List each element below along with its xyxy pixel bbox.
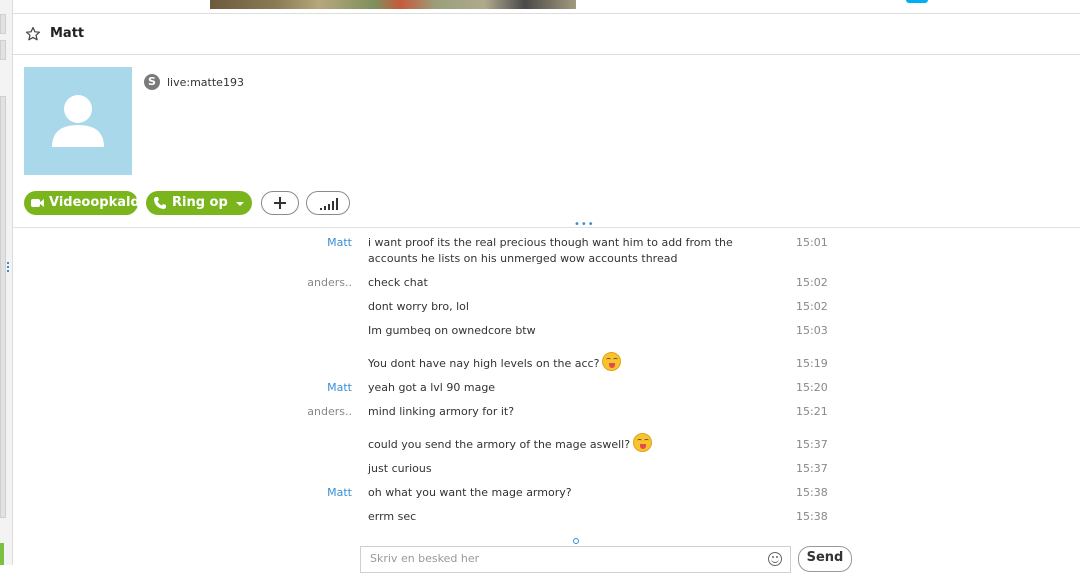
notification-indicator [906,0,928,3]
avatar[interactable] [24,67,132,175]
message-sender[interactable]: Matt [292,486,352,499]
tongue-emoji-icon [602,352,622,371]
message-text: oh what you want the mage armory? [368,486,572,499]
message-time: 15:03 [796,324,828,337]
message-sender[interactable]: Matt [292,236,352,249]
message-time: 15:20 [796,381,828,394]
message-text: yeah got a lvl 90 mage [368,381,496,394]
message-time: 15:38 [796,510,828,523]
divider [12,13,1080,14]
video-call-button[interactable]: Videoopkald [24,191,140,215]
message-time: 15:37 [796,438,828,451]
message-sender[interactable]: anders.. [292,405,352,418]
add-participant-button[interactable] [261,191,299,215]
skype-id: live:matte193 [167,76,244,89]
message-text: i want proof its the real precious thoug… [368,236,733,265]
message-time: 15:02 [796,300,828,313]
call-quality-button[interactable] [306,191,350,215]
emoticon-icon[interactable] [768,552,782,566]
send-button[interactable]: Send [798,546,852,572]
tongue-emoji-icon [633,433,653,452]
left-strip-fragment [0,14,6,34]
message-time: 15:19 [796,357,828,370]
online-status-strip [0,543,4,565]
message-time: 15:37 [796,462,828,475]
message-time: 15:38 [796,486,828,499]
message-text: You dont have nay high levels on the acc… [368,357,600,370]
message-time: 15:21 [796,405,828,418]
message-text: Im gumbeq on ownedcore btw [368,324,536,337]
left-panel-strip [0,0,13,565]
left-strip-fragment [0,96,6,518]
message-body: You dont have nay high levels on the acc… [368,352,788,372]
message-text: mind linking armory for it? [368,405,515,418]
chevron-down-icon[interactable] [236,202,244,206]
message-composer [360,546,791,573]
message-sender[interactable]: anders.. [292,276,352,289]
call-label: Ring op [172,195,228,210]
message-text: could you send the armory of the mage as… [368,438,631,451]
message-time: 15:02 [796,276,828,289]
star-icon[interactable] [25,26,41,42]
video-call-label: Videoopkald [49,195,140,210]
contact-name: Matt [50,26,85,41]
banner-photo [210,0,576,9]
message-text: just curious [368,462,432,475]
left-strip-fragment [0,40,6,60]
phone-icon [153,196,167,210]
skype-icon: S [144,74,160,90]
message-text: dont worry bro, lol [368,300,469,313]
message-text: check chat [368,276,428,289]
message-body: could you send the armory of the mage as… [368,433,788,453]
panel-resize-handle[interactable] [7,262,9,272]
call-button[interactable]: Ring op [146,191,252,215]
composer-resize-handle[interactable] [573,538,579,544]
message-input[interactable] [368,551,752,566]
message-sender[interactable]: Matt [292,381,352,394]
message-text: errm sec [368,510,417,523]
divider [12,54,1080,55]
divider [12,227,1080,228]
message-time: 15:01 [796,236,828,249]
